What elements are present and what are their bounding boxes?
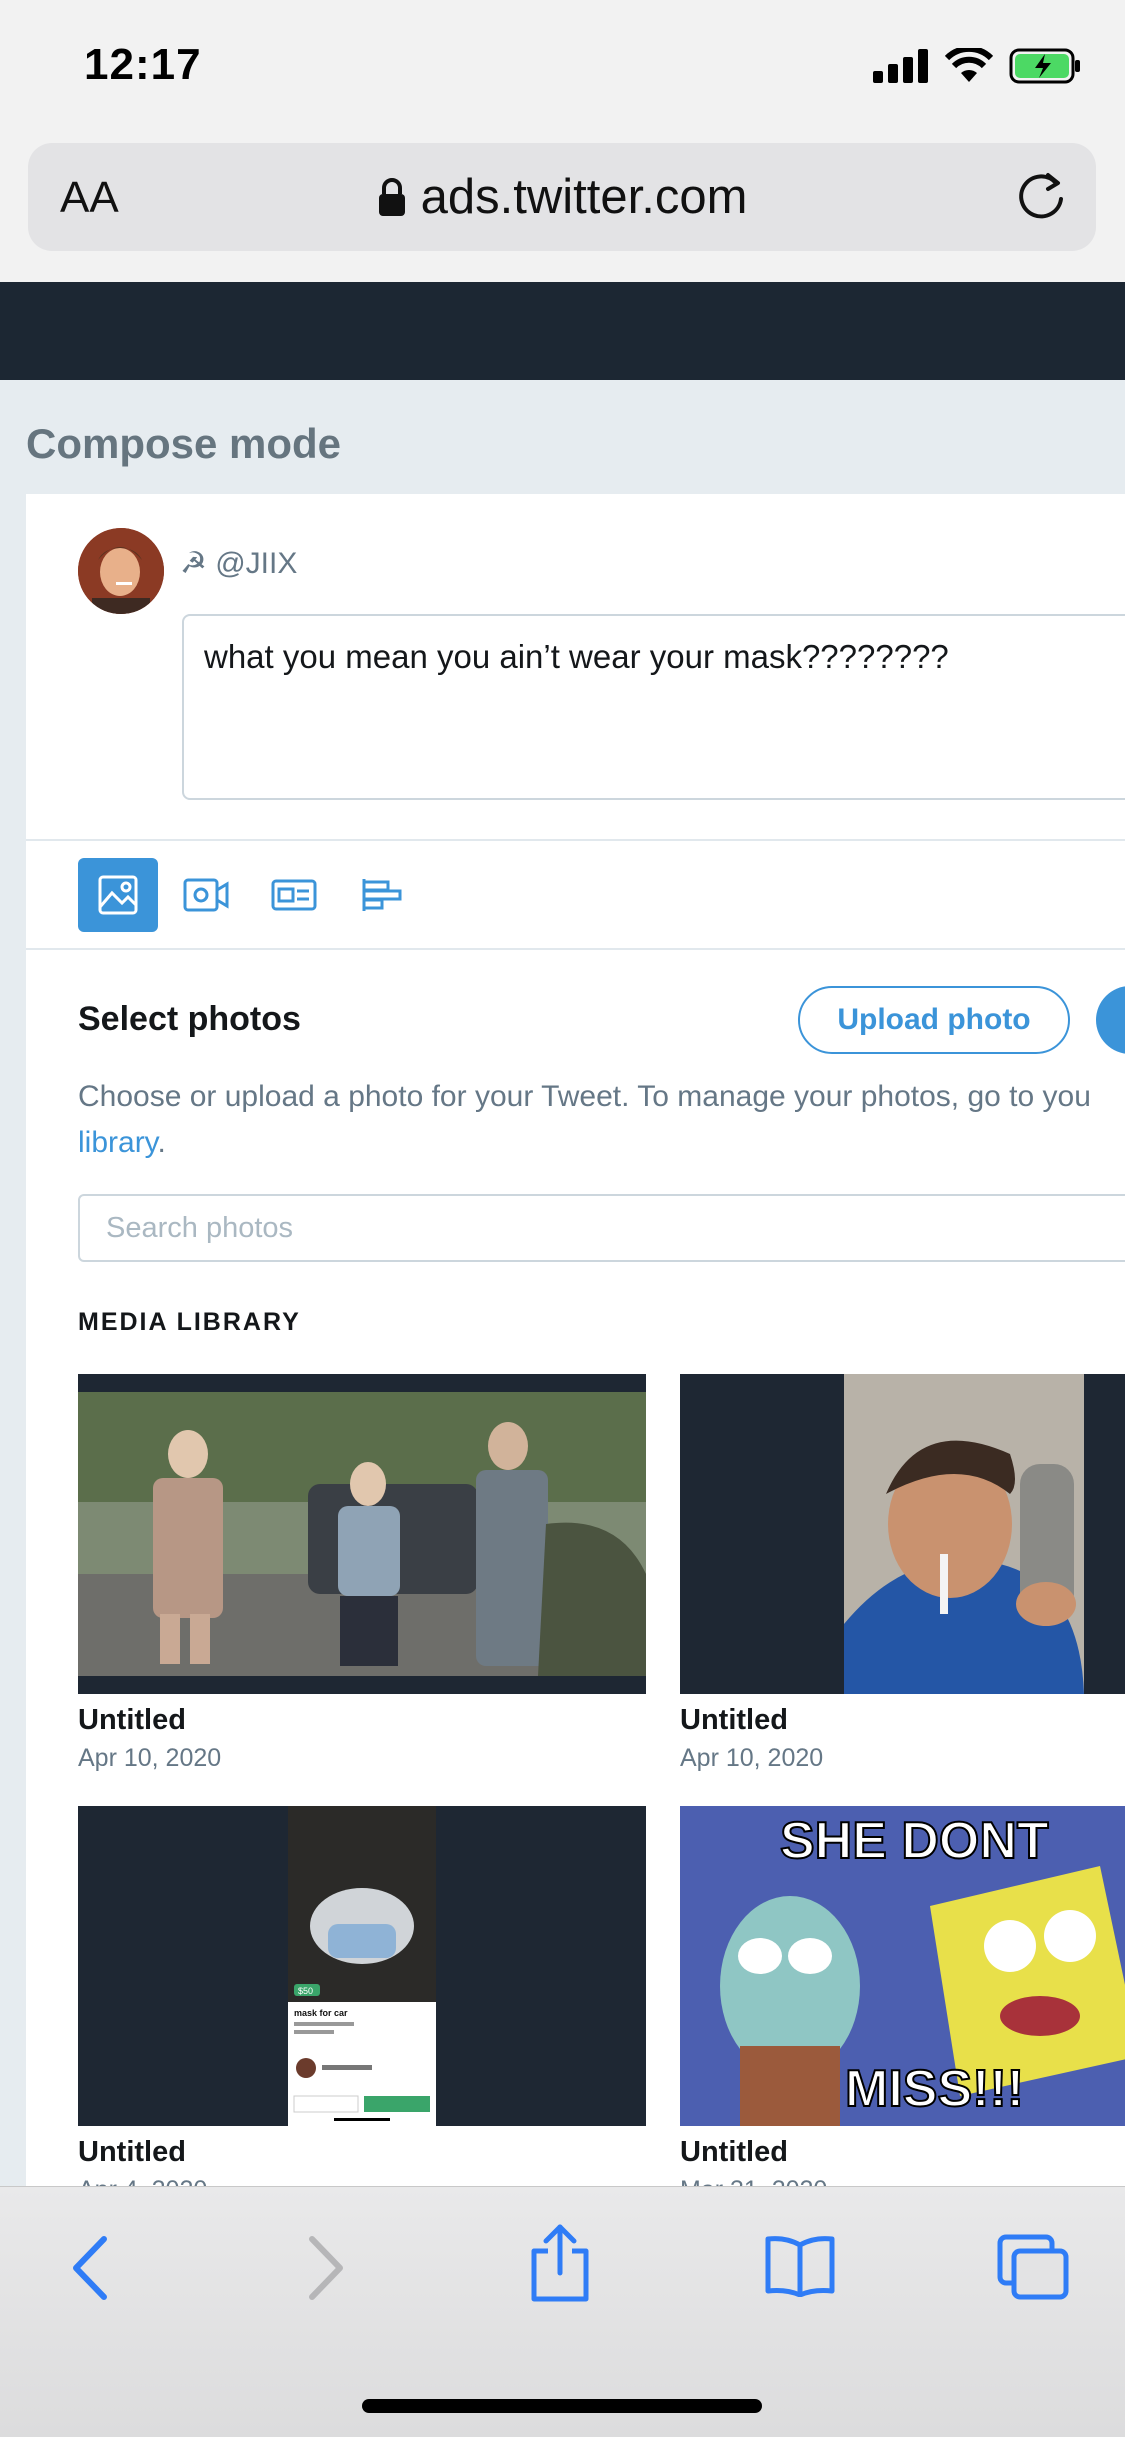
media-item-title: Untitled	[680, 1704, 788, 1736]
poll-icon	[362, 879, 402, 911]
url-display[interactable]: ads.twitter.com	[28, 169, 1096, 225]
battery-charging-icon	[1009, 48, 1080, 84]
meme-top-text: SHE DONT	[780, 1812, 1049, 1870]
share-icon	[531, 2224, 589, 2302]
select-photos-description: Choose or upload a photo for your Tweet.…	[78, 1074, 1125, 1166]
video-media-button[interactable]	[166, 858, 246, 932]
status-time: 12:17	[84, 40, 202, 89]
site-navbar	[0, 282, 1125, 380]
status-icons	[873, 48, 1083, 84]
forward-button[interactable]	[300, 2233, 350, 2308]
meme-image: SHE DONT MISS!!!	[680, 1806, 1125, 2126]
search-photos-input[interactable]: Search photos	[78, 1194, 1125, 1262]
bookmarks-button[interactable]	[764, 2233, 836, 2302]
tweet-text: what you mean you ain’t wear your mask??…	[204, 638, 949, 675]
forward-chevron-icon	[309, 2236, 343, 2300]
user-handle: ☭ @JIIX	[180, 547, 298, 580]
upload-photo-button[interactable]: Upload photo	[798, 986, 1070, 1054]
select-photos-title: Select photos	[78, 1000, 301, 1038]
reload-icon	[1019, 173, 1063, 219]
image-icon	[98, 875, 138, 915]
poll-media-button[interactable]	[342, 858, 422, 932]
back-chevron-icon	[73, 2236, 107, 2300]
description-suffix: .	[157, 1126, 166, 1159]
media-thumbnail[interactable]: $50 mask for car	[78, 1806, 646, 2126]
listing-price: $50	[298, 1986, 313, 1996]
url-text: ads.twitter.com	[420, 170, 748, 224]
compose-card: ☭ @JIIX what you mean you ain’t wear you…	[26, 494, 1125, 2214]
tabs-icon	[997, 2234, 1069, 2300]
primary-action-button[interactable]	[1096, 986, 1125, 1054]
media-item-title: Untitled	[78, 1704, 186, 1736]
screenshot-image: $50 mask for car	[288, 1806, 436, 2126]
divider	[26, 839, 1125, 841]
lock-icon	[378, 178, 405, 216]
media-thumbnail[interactable]	[680, 1374, 1125, 1694]
address-bar[interactable]: AA ads.twitter.com	[28, 143, 1096, 251]
media-item-title: Untitled	[680, 2136, 788, 2168]
page-title: Compose mode	[26, 420, 342, 467]
description-text: Choose or upload a photo for your Tweet.…	[78, 1080, 1091, 1113]
media-item-date: Apr 10, 2020	[680, 1744, 824, 1772]
card-icon	[271, 879, 317, 911]
media-library-label: MEDIA LIBRARY	[78, 1308, 301, 1336]
back-button[interactable]	[66, 2233, 116, 2308]
media-thumbnail[interactable]: SHE DONT MISS!!!	[680, 1806, 1125, 2126]
photo-image	[78, 1392, 646, 1676]
cellular-signal-icon	[873, 49, 928, 83]
tweet-textarea[interactable]: what you mean you ain’t wear your mask??…	[182, 614, 1125, 800]
meme-bottom-text: MISS!!!	[845, 2060, 1024, 2118]
media-item-title: Untitled	[78, 2136, 186, 2168]
avatar	[78, 528, 164, 614]
tabs-button[interactable]	[996, 2233, 1072, 2308]
media-thumbnail[interactable]	[78, 1374, 646, 1694]
photo-image	[844, 1374, 1084, 1694]
listing-title: mask for car	[294, 2008, 348, 2018]
browser-toolbar	[0, 2186, 1125, 2437]
video-icon	[183, 878, 229, 912]
search-placeholder: Search photos	[106, 1212, 294, 1244]
reload-button[interactable]	[1012, 167, 1070, 230]
home-indicator	[362, 2399, 762, 2413]
media-item-date: Apr 10, 2020	[78, 1744, 222, 1772]
bookmarks-book-icon	[765, 2236, 835, 2298]
image-media-button[interactable]	[78, 858, 158, 932]
divider	[26, 948, 1125, 950]
avatar-portrait-icon	[78, 528, 164, 614]
share-button[interactable]	[528, 2223, 592, 2308]
library-link[interactable]: library	[78, 1126, 157, 1159]
card-media-button[interactable]	[254, 858, 334, 932]
wifi-icon	[945, 48, 993, 82]
